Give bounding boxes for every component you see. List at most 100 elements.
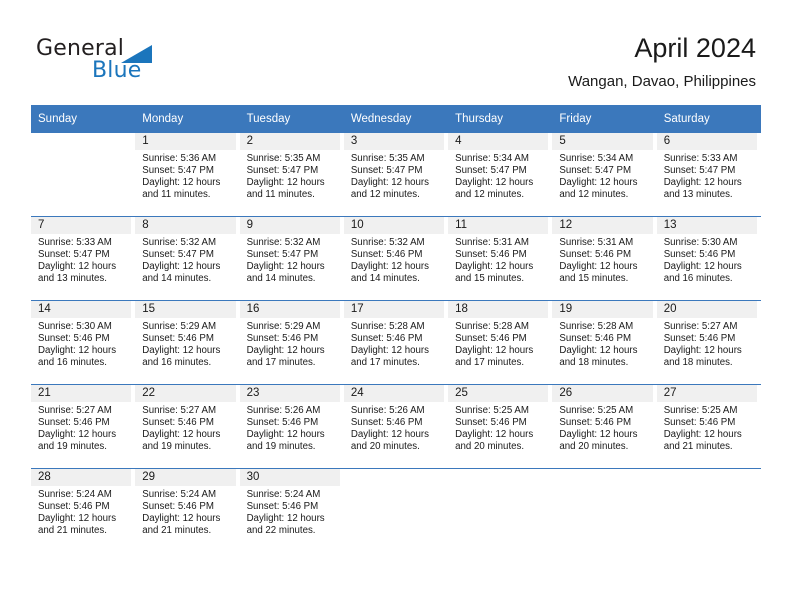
daylight-text-line1: Daylight: 12 hours (38, 345, 117, 357)
day-cell-inner: 25 Sunrise: 5:25 AM Sunset: 5:46 PM Dayligh… (448, 385, 552, 468)
day-number: 17 (343, 301, 445, 318)
sunset-text: Sunset: 5:47 PM (455, 165, 527, 177)
day-cell-inner: 23 Sunrise: 5:26 AM Sunset: 5:46 PM Dayligh… (239, 385, 344, 468)
calendar-day-cell[interactable]: 9 Sunrise: 5:32 AM Sunset: 5:47 PM Daylight… (239, 216, 344, 301)
daylight-text-line1: Daylight: 12 hours (350, 177, 429, 189)
calendar-day-cell[interactable]: 23 Sunrise: 5:26 AM Sunset: 5:46 PM Dayligh… (239, 384, 344, 469)
sunset-text: Sunset: 5:46 PM (350, 333, 423, 345)
day-details (344, 486, 448, 489)
sunset-text: Sunset: 5:46 PM (38, 333, 110, 345)
calendar-day-cell[interactable]: 29 Sunrise: 5:24 AM Sunset: 5:46 PM Dayligh… (135, 468, 240, 552)
calendar-page: General Blue April 2024 Wangan, Davao, P… (0, 0, 792, 612)
day-number: 7 (31, 217, 132, 234)
calendar-day-cell[interactable]: 26 Sunrise: 5:25 AM Sunset: 5:46 PM Dayligh… (552, 384, 657, 469)
daylight-text-line1: Daylight: 12 hours (559, 177, 638, 189)
calendar-day-cell[interactable]: 11 Sunrise: 5:31 AM Sunset: 5:46 PM Dayligh… (448, 216, 553, 301)
day-details (552, 486, 656, 489)
calendar-day-cell[interactable]: 12 Sunrise: 5:31 AM Sunset: 5:46 PM Dayligh… (552, 216, 657, 301)
calendar-day-cell[interactable]: 5 Sunrise: 5:34 AM Sunset: 5:47 PM Daylight… (552, 133, 657, 217)
daylight-text-line1: Daylight: 12 hours (142, 261, 221, 273)
sunrise-text: Sunrise: 5:27 AM (38, 405, 112, 416)
calendar-day-cell[interactable]: 28 Sunrise: 5:24 AM Sunset: 5:46 PM Dayligh… (31, 468, 136, 552)
daylight-text-line2: and 17 minutes. (455, 357, 525, 369)
calendar-day-cell[interactable]: 7 Sunrise: 5:33 AM Sunset: 5:47 PM Daylight… (31, 216, 136, 301)
calendar-day-cell[interactable]: 19 Sunrise: 5:28 AM Sunset: 5:46 PM Dayligh… (552, 300, 657, 385)
day-details: Sunrise: 5:32 AM Sunset: 5:46 PM Daylight:… (344, 234, 448, 285)
calendar-day-cell[interactable]: 20 Sunrise: 5:27 AM Sunset: 5:46 PM Dayligh… (656, 300, 761, 385)
day-details: Sunrise: 5:32 AM Sunset: 5:47 PM Daylight:… (240, 234, 344, 285)
daylight-text-line2: and 20 minutes. (455, 441, 525, 453)
calendar-day-cell[interactable]: 1 Sunrise: 5:36 AM Sunset: 5:47 PM Daylight… (135, 133, 240, 217)
day-cell-inner: 11 Sunrise: 5:31 AM Sunset: 5:46 PM Dayligh… (448, 217, 552, 300)
day-cell-inner: 15 Sunrise: 5:29 AM Sunset: 5:46 PM Dayligh… (135, 301, 239, 384)
calendar-day-cell[interactable]: 21 Sunrise: 5:27 AM Sunset: 5:46 PM Dayligh… (31, 384, 136, 469)
day-number: 27 (656, 385, 757, 402)
calendar-day-cell[interactable]: 6 Sunrise: 5:33 AM Sunset: 5:47 PM Daylight… (656, 133, 761, 217)
calendar-day-cell[interactable]: 10 Sunrise: 5:32 AM Sunset: 5:46 PM Dayligh… (343, 216, 449, 301)
day-details: Sunrise: 5:36 AM Sunset: 5:47 PM Daylight:… (135, 150, 239, 201)
calendar-day-cell[interactable]: 25 Sunrise: 5:25 AM Sunset: 5:46 PM Dayligh… (448, 384, 553, 469)
daylight-text-line2: and 14 minutes. (142, 273, 212, 285)
daylight-text-line2: and 16 minutes. (38, 357, 107, 369)
day-details: Sunrise: 5:24 AM Sunset: 5:46 PM Daylight:… (135, 486, 239, 537)
day-number: 29 (135, 469, 236, 486)
sunrise-text: Sunrise: 5:32 AM (350, 237, 425, 248)
sunrise-text: Sunrise: 5:25 AM (559, 405, 634, 416)
calendar-day-cell[interactable]: 27 Sunrise: 5:25 AM Sunset: 5:46 PM Dayligh… (656, 384, 761, 469)
calendar-day-cell[interactable]: 4 Sunrise: 5:34 AM Sunset: 5:47 PM Daylight… (448, 133, 553, 217)
calendar-day-cell[interactable]: 22 Sunrise: 5:27 AM Sunset: 5:46 PM Dayligh… (135, 384, 240, 469)
sunset-text: Sunset: 5:46 PM (38, 417, 110, 429)
day-cell-inner (31, 133, 135, 216)
day-cell-inner: 27 Sunrise: 5:25 AM Sunset: 5:46 PM Dayligh… (656, 385, 761, 468)
calendar-day-cell[interactable]: 3 Sunrise: 5:35 AM Sunset: 5:47 PM Daylight… (343, 133, 449, 217)
daylight-text-line2: and 12 minutes. (455, 189, 525, 201)
calendar-day-cell[interactable]: 18 Sunrise: 5:28 AM Sunset: 5:46 PM Dayligh… (448, 300, 553, 385)
calendar-day-cell[interactable]: 17 Sunrise: 5:28 AM Sunset: 5:46 PM Dayligh… (343, 300, 449, 385)
calendar-day-cell[interactable]: 30 Sunrise: 5:24 AM Sunset: 5:46 PM Dayligh… (239, 468, 344, 552)
calendar-day-cell[interactable]: 2 Sunrise: 5:35 AM Sunset: 5:47 PM Daylight… (239, 133, 344, 217)
calendar-day-cell[interactable]: 14 Sunrise: 5:30 AM Sunset: 5:46 PM Dayligh… (31, 300, 136, 385)
daylight-text-line2: and 20 minutes. (350, 441, 420, 453)
day-number: 23 (239, 385, 340, 402)
daylight-text-line1: Daylight: 12 hours (350, 345, 429, 357)
day-cell-inner: 4 Sunrise: 5:34 AM Sunset: 5:47 PM Daylight… (448, 133, 552, 216)
page-title: April 2024 (634, 33, 756, 63)
day-number: 20 (656, 301, 757, 318)
day-number: 21 (31, 385, 132, 402)
sunrise-text: Sunrise: 5:27 AM (663, 321, 738, 332)
day-details: Sunrise: 5:27 AM Sunset: 5:46 PM Daylight:… (657, 318, 761, 369)
generalblue-logo[interactable]: General Blue (36, 36, 216, 88)
day-cell-inner: 2 Sunrise: 5:35 AM Sunset: 5:47 PM Daylight… (239, 133, 344, 216)
calendar-day-cell[interactable]: 8 Sunrise: 5:32 AM Sunset: 5:47 PM Daylight… (135, 216, 240, 301)
page-header: General Blue April 2024 Wangan, Davao, P… (0, 0, 792, 100)
sunset-text: Sunset: 5:47 PM (246, 165, 319, 177)
day-details: Sunrise: 5:32 AM Sunset: 5:47 PM Daylight:… (135, 234, 239, 285)
day-details: Sunrise: 5:35 AM Sunset: 5:47 PM Daylight:… (344, 150, 448, 201)
calendar-day-cell[interactable]: 15 Sunrise: 5:29 AM Sunset: 5:46 PM Dayligh… (135, 300, 240, 385)
sunrise-text: Sunrise: 5:24 AM (142, 489, 217, 500)
daylight-text-line1: Daylight: 12 hours (142, 429, 221, 441)
daylight-text-line1: Daylight: 12 hours (38, 429, 117, 441)
day-details: Sunrise: 5:31 AM Sunset: 5:46 PM Daylight:… (448, 234, 552, 285)
day-cell-inner (448, 469, 552, 552)
day-cell-inner: 18 Sunrise: 5:28 AM Sunset: 5:46 PM Dayligh… (448, 301, 552, 384)
day-cell-inner: 24 Sunrise: 5:26 AM Sunset: 5:46 PM Dayligh… (343, 385, 448, 468)
daylight-text-line2: and 18 minutes. (559, 357, 629, 369)
day-cell-inner: 10 Sunrise: 5:32 AM Sunset: 5:46 PM Dayligh… (343, 217, 448, 300)
day-cell-inner: 26 Sunrise: 5:25 AM Sunset: 5:46 PM Dayligh… (552, 385, 656, 468)
daylight-text-line1: Daylight: 12 hours (559, 261, 638, 273)
calendar-day-cell[interactable]: 16 Sunrise: 5:29 AM Sunset: 5:46 PM Dayligh… (239, 300, 344, 385)
sunrise-text: Sunrise: 5:28 AM (559, 321, 634, 332)
sunrise-text: Sunrise: 5:24 AM (246, 489, 321, 500)
day-details: Sunrise: 5:30 AM Sunset: 5:46 PM Daylight:… (31, 318, 135, 369)
calendar-day-cell[interactable]: 13 Sunrise: 5:30 AM Sunset: 5:46 PM Dayligh… (656, 216, 761, 301)
calendar-day-cell[interactable]: 24 Sunrise: 5:26 AM Sunset: 5:46 PM Dayligh… (343, 384, 449, 469)
day-number: 24 (343, 385, 445, 402)
sunrise-text: Sunrise: 5:28 AM (350, 321, 425, 332)
day-number: 3 (343, 133, 445, 150)
day-cell-inner: 21 Sunrise: 5:27 AM Sunset: 5:46 PM Dayligh… (31, 385, 135, 468)
daylight-text-line2: and 11 minutes. (246, 189, 315, 201)
sunset-text: Sunset: 5:46 PM (559, 249, 632, 261)
daylight-text-line2: and 21 minutes. (142, 525, 212, 537)
daylight-text-line1: Daylight: 12 hours (559, 429, 638, 441)
